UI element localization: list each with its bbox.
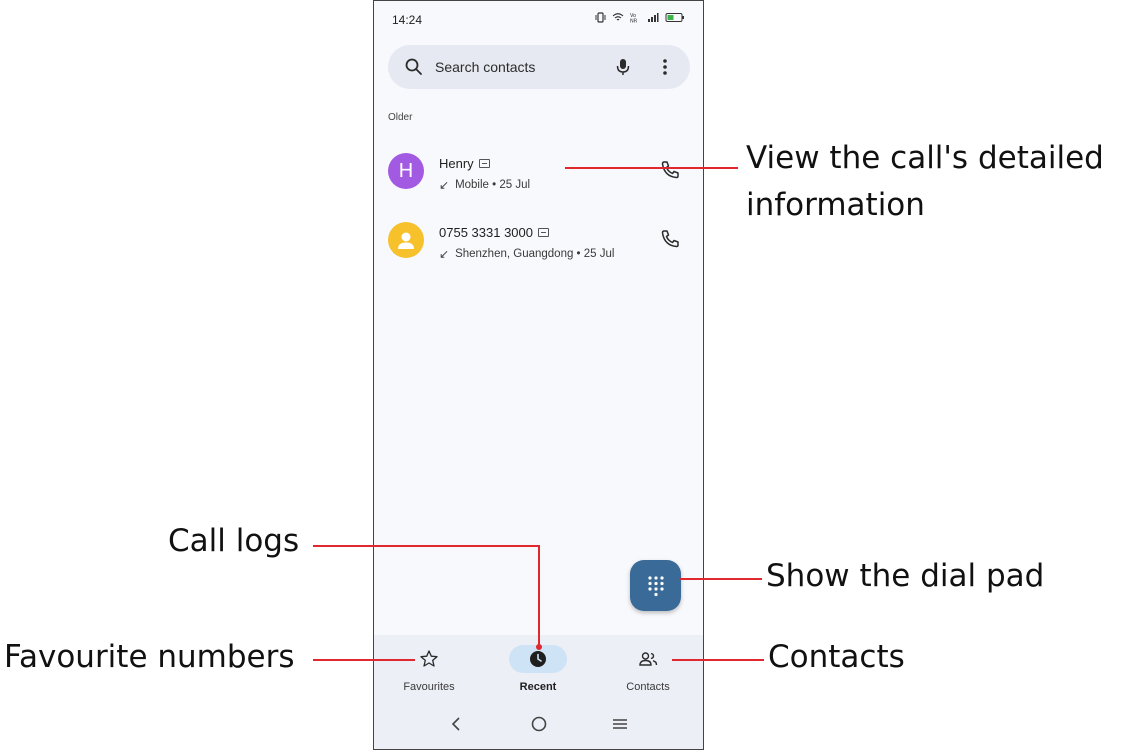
annotation-favourites: Favourite numbers (4, 639, 295, 675)
status-bar: 14:24 Vo NR (374, 1, 703, 41)
annotation-line-dialpad (680, 578, 762, 580)
phone-icon[interactable] (658, 158, 682, 182)
tab-favourites[interactable]: Favourites (379, 643, 479, 703)
annotation-call-logs: Call logs (168, 523, 300, 559)
annotation-line-favourites (313, 659, 415, 661)
tab-icon-wrap (619, 645, 677, 673)
back-icon[interactable] (448, 715, 464, 733)
annotation-detail-line1: View the call's detailed (746, 140, 1104, 176)
call-name-wrap: Henry (439, 156, 490, 171)
mic-icon[interactable] (612, 56, 634, 78)
call-name-wrap: 0755 3331 3000 (439, 225, 549, 240)
search-input[interactable]: Search contacts (435, 59, 535, 75)
incoming-call-icon: ↙ (439, 178, 450, 192)
search-icon (405, 58, 422, 75)
more-options-icon[interactable] (654, 56, 676, 78)
dialpad-icon (648, 576, 664, 597)
phone-icon[interactable] (658, 227, 682, 251)
tab-label: Contacts (626, 681, 670, 693)
rtt-icon (478, 159, 490, 168)
volte-icon: VoNR (630, 13, 638, 24)
annotation-line-contacts (672, 659, 764, 661)
call-detail: Shenzhen, Guangdong • 25 Jul (455, 248, 615, 260)
avatar-letter: H (398, 159, 414, 182)
call-log-item[interactable]: H Henry ↙ Mobile • 25 Jul (374, 142, 703, 204)
annotation-dial-pad: Show the dial pad (766, 558, 1045, 594)
call-detail-wrap: ↙ Mobile • 25 Jul (439, 178, 530, 192)
call-name: Henry (439, 156, 474, 171)
annotation-detail-line2: information (746, 187, 925, 223)
clock-icon (530, 651, 546, 667)
wifi-icon (612, 13, 624, 21)
tab-contacts[interactable]: Contacts (598, 643, 698, 703)
battery-icon (665, 13, 684, 22)
person-icon (398, 232, 414, 249)
rtt-icon (537, 228, 549, 237)
star-icon (420, 650, 438, 667)
recents-icon[interactable] (611, 717, 629, 731)
home-icon[interactable] (530, 715, 548, 733)
signal-icon (648, 13, 659, 22)
avatar: H (388, 153, 424, 189)
annotation-line-call-logs-v (538, 545, 540, 647)
call-name: 0755 3331 3000 (439, 225, 533, 240)
vibrate-icon (595, 12, 606, 23)
dialpad-button[interactable] (630, 560, 681, 611)
tab-recent[interactable]: Recent (488, 643, 588, 703)
status-icons: Vo NR (595, 12, 685, 23)
annotation-line-detail (565, 167, 738, 169)
status-time: 14:24 (392, 13, 423, 27)
call-log-item[interactable]: 0755 3331 3000 ↙ Shenzhen, Guangdong • 2… (374, 211, 703, 273)
tab-label: Recent (519, 681, 557, 693)
search-bar[interactable]: Search contacts (388, 45, 690, 89)
tab-label: Favourites (403, 681, 455, 693)
people-icon (639, 652, 658, 666)
annotation-contacts: Contacts (768, 639, 905, 675)
section-label-older: Older (388, 112, 413, 123)
call-detail: Mobile • 25 Jul (455, 179, 531, 191)
call-detail-wrap: ↙ Shenzhen, Guangdong • 25 Jul (439, 247, 614, 261)
system-nav-bar (374, 701, 703, 749)
annotation-line-call-logs-h (313, 545, 540, 547)
annotation-dot-call-logs (536, 644, 542, 650)
avatar (388, 222, 424, 258)
incoming-call-icon: ↙ (439, 247, 450, 261)
svg-text:NR: NR (630, 19, 638, 24)
